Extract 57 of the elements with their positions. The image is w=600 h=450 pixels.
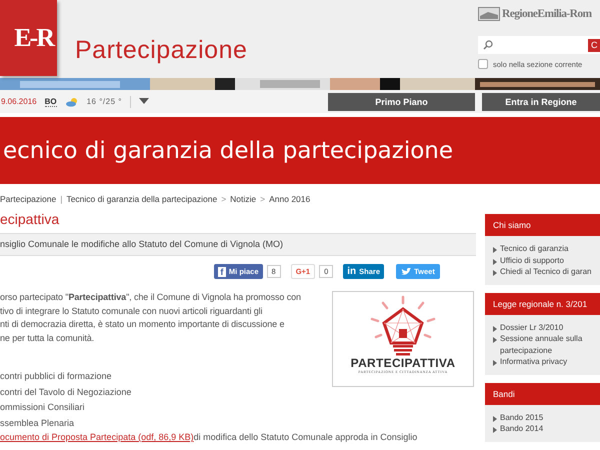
sidebar-link[interactable]: Informativa privacy	[500, 356, 568, 368]
breadcrumb-link[interactable]: Partecipazione	[0, 194, 56, 204]
date-text: 9.06.2016	[1, 97, 37, 106]
list-item: ommissioni Consiliari	[0, 401, 86, 414]
bullet-icon	[493, 270, 497, 276]
bullet-icon	[493, 427, 497, 433]
document-sentence: ocumento di Proposta Partecipata (odf, 86,9 KB)di modifica dello Statuto Comunale approda in Consiglio	[0, 431, 418, 444]
breadcrumb-link[interactable]: Anno 2016	[269, 194, 310, 204]
bird-icon	[401, 268, 412, 276]
search-button[interactable]: C	[588, 38, 600, 52]
breadcrumb-separator: |	[59, 194, 64, 204]
panel-heading: Chi siamo	[485, 214, 600, 236]
weather-icon	[64, 96, 79, 106]
sidebar-link[interactable]: Dossier Lr 3/2010	[500, 322, 564, 333]
page-title: ecnico di garanzia della partecipazione	[3, 138, 454, 164]
sidebar-link[interactable]: Chiedi al Tecnico di garan	[500, 266, 592, 278]
breadcrumb-link[interactable]: Notizie	[230, 194, 256, 204]
sidebar-link[interactable]: Bando 2014	[500, 423, 544, 434]
sidebar-link[interactable]: Bando 2015	[500, 412, 544, 423]
logo-wordmark: PARTECIPATTIVA	[350, 357, 456, 370]
paragraph-line: nti di democrazia diretta, è stato un momento importante di discussione e	[0, 318, 286, 331]
article-title: ecipattiva	[0, 211, 60, 227]
list-item: contri pubblici di formazione	[0, 370, 113, 383]
city-link[interactable]: BO	[44, 96, 57, 106]
region-logo[interactable]: RegioneEmilia-Rom	[478, 6, 600, 22]
panel-heading: Bandi	[485, 382, 600, 404]
paragraph-line: orso partecipato "Partecipattiva", che il Comune di Vignola ha promosso con	[0, 291, 302, 304]
bullet-icon	[493, 247, 497, 253]
paragraph-line: tivo di integrare lo Statuto comunale con nuovi articoli riguardanti gli	[0, 304, 264, 318]
breadcrumb-separator: >	[220, 194, 228, 204]
nav-button[interactable]: Entra in Regione	[482, 92, 600, 110]
list-item: contri del Tavolo di Negoziazione	[0, 386, 132, 399]
paragraph-line: ne per tutta la comunità.	[0, 332, 96, 345]
sidebar-link[interactable]: Ufficio di supporto	[500, 254, 564, 266]
caret-icon[interactable]	[138, 98, 149, 105]
breadcrumb-link[interactable]: Tecnico di garanzia della partecipazione	[66, 194, 218, 204]
list-item: ssemblea Plenaria	[0, 416, 76, 430]
checkbox[interactable]	[478, 59, 488, 69]
breadcrumb-separator: >	[259, 194, 266, 204]
nav-button[interactable]: Primo Piano	[328, 92, 475, 110]
search-field[interactable]: C	[478, 36, 600, 54]
site-logo[interactable]: E-R	[0, 0, 57, 76]
sidebar-link[interactable]: Tecnico di garanzia	[500, 243, 568, 254]
document-link[interactable]: ocumento di Proposta Partecipata (odf, 86,9 KB)	[0, 432, 194, 442]
bullet-icon	[493, 326, 497, 332]
search-icon	[483, 40, 493, 50]
bullet-icon	[493, 258, 497, 264]
sidebar-link[interactable]: Sessione annuale sulla partecipazione	[500, 333, 600, 356]
bulb-icon	[368, 295, 438, 357]
subtitle-bar: nsiglio Comunale le modifiche allo Statuto del Comune di Vignola (MO)	[0, 233, 476, 256]
site-title[interactable]: Partecipazione	[75, 36, 248, 66]
bullet-icon	[493, 360, 497, 366]
region-flag-icon	[478, 7, 500, 21]
temperature-text: 16 °/25 °	[86, 97, 122, 106]
panel-heading: Legge regionale n. 3/201	[485, 292, 600, 314]
bullet-icon	[493, 416, 497, 422]
bullet-icon	[493, 337, 497, 343]
